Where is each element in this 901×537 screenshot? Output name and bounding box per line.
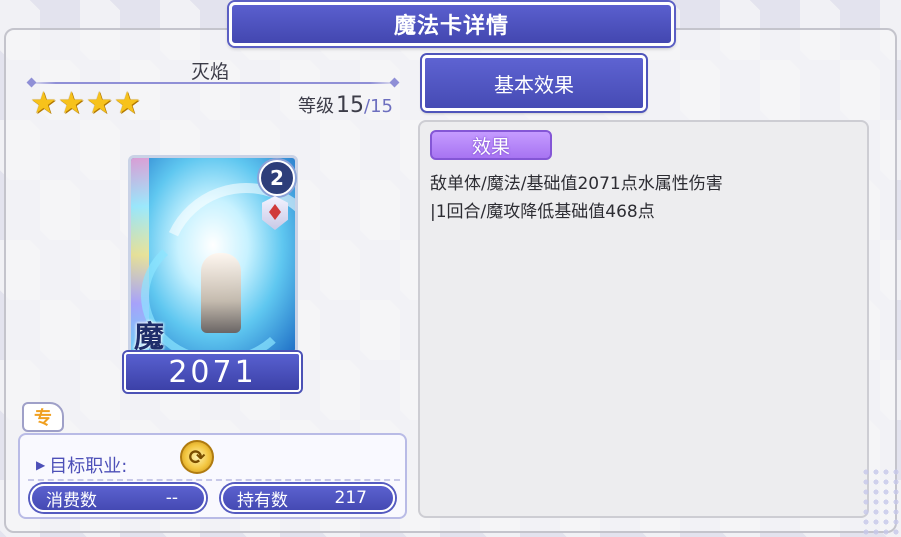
effect-line: 敌单体/魔法/基础值2071点水属性伤害 — [430, 174, 723, 194]
class-icon[interactable]: ⟳ — [180, 440, 214, 474]
card-name: 灭焰 — [190, 61, 229, 83]
star-icon: ★ — [113, 86, 141, 121]
star-icon: ★ — [57, 86, 85, 121]
owned-label: 持有数 — [237, 490, 288, 511]
level-max: 15 — [370, 96, 393, 117]
consume-label: 消费数 — [46, 490, 97, 511]
owned-value: 217 — [334, 488, 367, 508]
corner-decoration — [861, 467, 901, 537]
card-value: 2071 — [124, 352, 301, 392]
effect-description: 敌单体/魔法/基础值2071点水属性伤害 |1回合/魔攻降低基础值468点 — [430, 170, 850, 226]
level-current: 15 — [336, 93, 364, 118]
card-level: 等级 15 / 15 — [298, 92, 393, 118]
effect-line: |1回合/魔攻降低基础值468点 — [430, 202, 655, 222]
star-rating: ★ ★ ★ ★ — [30, 89, 141, 119]
owned-count: 持有数 217 — [221, 484, 395, 512]
target-class-text: 目标职业: — [49, 456, 128, 477]
info-divider — [28, 479, 400, 481]
card-type-glyph: 魔 — [134, 320, 164, 355]
effect-tag: 效果 — [430, 130, 552, 160]
exclusive-icon: 专 — [22, 402, 64, 432]
level-label: 等级 — [298, 96, 334, 117]
tab-basic-effect[interactable]: 基本效果 — [422, 55, 646, 111]
character-figure — [201, 253, 241, 333]
consume-count: 消费数 -- — [30, 484, 206, 512]
star-icon: ★ — [30, 86, 57, 121]
name-divider — [26, 82, 400, 84]
target-class-label: ▶ 目标职业: — [36, 452, 127, 478]
rank-badge-icon: 2 — [259, 160, 295, 196]
triangle-icon: ▶ — [36, 458, 46, 472]
window-title: 魔法卡详情 — [229, 2, 674, 46]
star-icon: ★ — [85, 86, 113, 121]
consume-value: -- — [165, 488, 178, 508]
